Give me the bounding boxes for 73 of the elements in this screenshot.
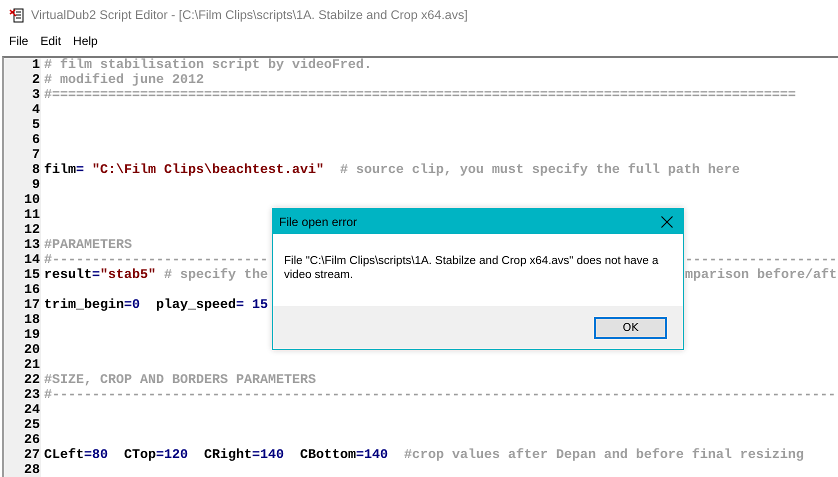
line-number: 26 — [24, 433, 40, 448]
line-number: 28 — [24, 463, 40, 477]
line-number: 4 — [32, 103, 40, 118]
line-number: 23 — [24, 388, 40, 403]
code-operator: = — [84, 448, 92, 463]
code-comment: # source clip, you must specify the full path here — [338, 163, 740, 178]
notepad-icon — [9, 7, 25, 23]
line-number: 7 — [32, 148, 40, 163]
code-comment: #--------------------------- — [44, 253, 268, 268]
line-number: 15 — [24, 268, 40, 283]
code-text: film — [44, 163, 76, 178]
window-title: VirtualDub2 Script Editor - [C:\Film Clips\scripts\1A. Stabilze and Crop x64.avs] — [31, 8, 468, 22]
line-number: 8 — [32, 163, 40, 178]
line-number: 6 — [32, 133, 40, 148]
code-comment: mparison before/aft — [685, 268, 837, 283]
code-text: CTop — [122, 448, 156, 463]
error-message: File "C:\Film Clips\scripts\1A. Stabilze and Crop x64.avs" does not have a video stream. — [284, 254, 660, 282]
line-number: 24 — [24, 403, 40, 418]
line-number: 21 — [24, 358, 40, 373]
code-operator: = — [76, 163, 85, 178]
code-operator: = — [156, 448, 164, 463]
code-string: "C:\Film Clips\beachtest.avi" — [92, 163, 324, 178]
code-comment: # film stabilisation script by videoFred. — [44, 58, 372, 73]
line-number: 22 — [24, 373, 40, 388]
line-number: 13 — [24, 238, 40, 253]
code-operator: = — [356, 448, 364, 463]
code-text: CRight — [202, 448, 252, 463]
code-operator: = — [236, 298, 245, 313]
line-number: 12 — [24, 223, 40, 238]
line-number: 5 — [32, 118, 40, 133]
line-number: 19 — [24, 328, 40, 343]
code-number: 120 — [164, 448, 188, 463]
code-string: "stab5" — [100, 268, 156, 283]
code-comment: #============================================================================================= — [44, 88, 796, 103]
code-text: play_speed — [154, 298, 236, 313]
ok-button[interactable]: OK — [594, 316, 667, 338]
code-text: result — [44, 268, 92, 283]
line-number: 17 — [24, 298, 40, 313]
line-number: 11 — [24, 208, 40, 223]
code-text: CBottom — [298, 448, 356, 463]
code-comment: # specify the — [162, 268, 268, 283]
code-comment: #crop values after Depan and before final resizing — [402, 448, 804, 463]
line-number: 20 — [24, 343, 40, 358]
dialog-title: File open error — [279, 214, 358, 228]
code-text: trim_begin — [44, 298, 124, 313]
close-icon[interactable] — [661, 216, 673, 228]
line-number: 25 — [24, 418, 40, 433]
menu-item[interactable]: Help — [67, 34, 104, 48]
line-number: 1 — [32, 58, 40, 73]
code-number: 140 — [364, 448, 388, 463]
line-number: 16 — [24, 283, 40, 298]
code-number: 15 — [252, 298, 268, 313]
code-comment: ------------------- — [685, 253, 837, 268]
menu-item[interactable]: File — [3, 34, 34, 48]
code-comment: # modified june 2012 — [44, 73, 204, 88]
code-comment: #-------------------------------------------------------------------------------------------------- — [44, 388, 836, 403]
line-number: 14 — [24, 253, 40, 268]
line-number: 10 — [24, 193, 40, 208]
code-comment: #SIZE, CROP AND BORDERS PARAMETERS — [44, 373, 316, 388]
code-number: 80 — [92, 448, 108, 463]
code-number: 0 — [132, 298, 140, 313]
code-operator: = — [124, 298, 132, 313]
code-number: 140 — [260, 448, 284, 463]
line-number: 18 — [24, 313, 40, 328]
code-operator: = — [252, 448, 260, 463]
code-operator: = — [92, 268, 100, 283]
code-comment: #PARAMETERS — [44, 238, 132, 253]
line-number: 3 — [32, 88, 40, 103]
line-number: 9 — [32, 178, 40, 193]
code-text: CLeft — [44, 448, 84, 463]
line-number: 27 — [24, 448, 40, 463]
line-number: 2 — [32, 73, 40, 88]
menu-item[interactable]: Edit — [34, 34, 68, 48]
